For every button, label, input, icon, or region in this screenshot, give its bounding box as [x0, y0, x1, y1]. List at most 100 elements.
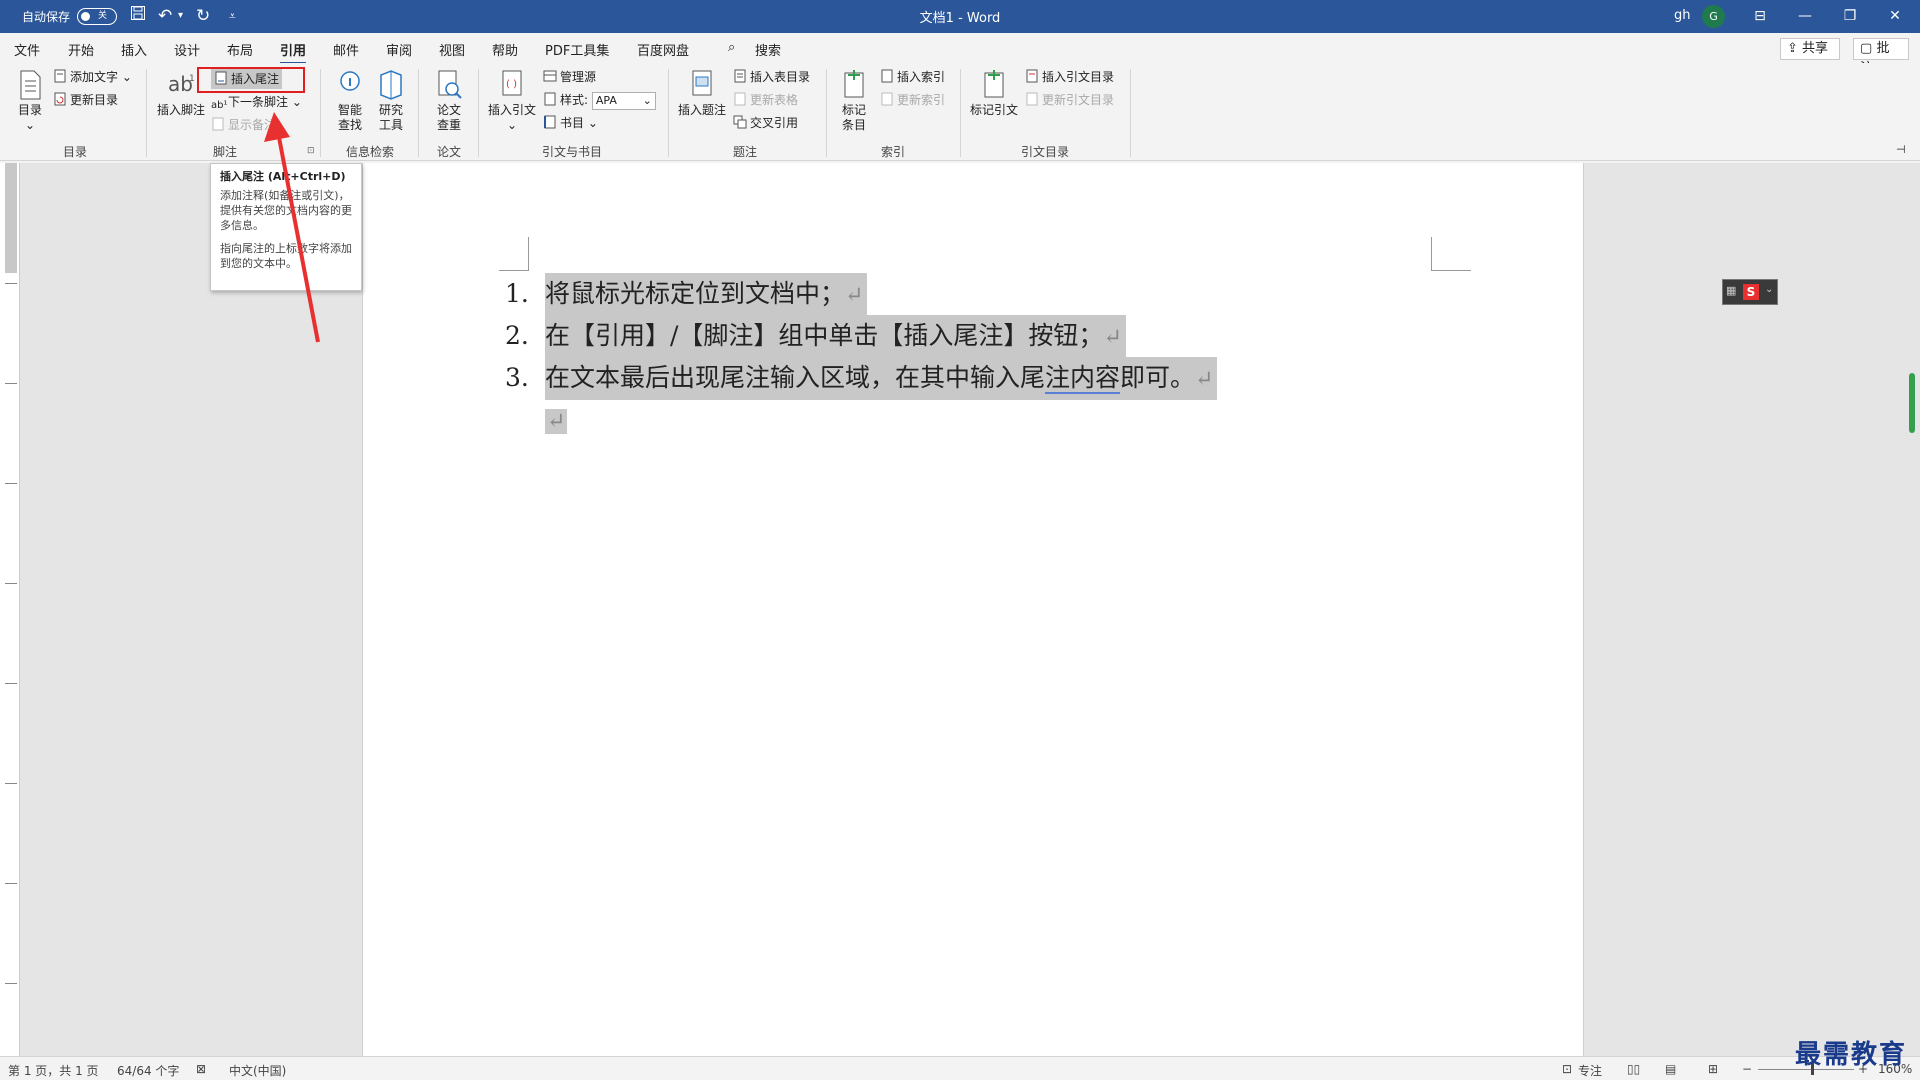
language[interactable]: 中文(中国) [229, 1062, 286, 1079]
tab-view[interactable]: 视图 [439, 40, 465, 59]
tooltip-description-2: 指向尾注的上标数字将添加到您的文本中。 [220, 242, 352, 270]
tab-help[interactable]: 帮助 [492, 40, 518, 59]
insert-footnote-label: 插入脚注 [156, 103, 205, 117]
update-toa-button[interactable]: 更新引文目录 [1025, 90, 1114, 110]
zoom-out-icon[interactable]: − [1742, 1062, 1752, 1076]
add-text-button[interactable]: 添加文字 ⌄ [53, 67, 132, 87]
user-name[interactable]: gh [1674, 8, 1691, 23]
tab-insert[interactable]: 插入 [121, 40, 147, 59]
search-box[interactable]: 搜索 [755, 40, 781, 59]
chevron-down-icon[interactable]: ⌄ [1765, 284, 1773, 295]
group-separator [478, 69, 479, 157]
insert-index-icon [880, 69, 894, 83]
next-footnote-button[interactable]: ab¹下一条脚注 ⌄ [211, 92, 302, 112]
tab-pdf-tools[interactable]: PDF工具集 [545, 40, 609, 59]
empty-paragraph[interactable]: ↵ [545, 399, 568, 442]
keyboard-icon[interactable]: ▦ [1726, 284, 1736, 297]
comments-button[interactable]: ▢ 批注 [1853, 38, 1909, 76]
researcher-button[interactable]: 研究工具 [374, 69, 408, 133]
restore-icon[interactable]: ❐ [1830, 3, 1870, 29]
vertical-ruler [0, 163, 20, 1056]
insert-table-of-figures-button[interactable]: 插入表目录 [733, 67, 810, 87]
researcher-label: 研究工具 [378, 103, 403, 132]
update-toc-button[interactable]: 更新目录 [53, 90, 118, 110]
svg-text:1: 1 [189, 74, 195, 84]
insert-toa-button[interactable]: 插入引文目录 [1025, 67, 1114, 87]
group-label-toc: 目录 [62, 145, 87, 159]
bibliography-label: 书目 [560, 116, 585, 130]
group-separator [960, 69, 961, 157]
insert-table-of-figures-label: 插入表目录 [750, 70, 811, 84]
ime-toolbar[interactable]: ▦ S ⌄ [1722, 279, 1778, 305]
collapse-ribbon-icon[interactable]: ⊣ [1896, 143, 1906, 156]
show-notes-button[interactable]: 显示备注 [211, 115, 276, 135]
share-button[interactable]: ⇪ 共享 [1780, 38, 1840, 60]
ruler-tick [5, 383, 17, 384]
style-dropdown[interactable]: APA ⌄ [591, 91, 656, 110]
tab-layout[interactable]: 布局 [227, 40, 253, 59]
toc-button[interactable]: 目录 ⌄ [12, 69, 48, 133]
mark-entry-label: 标记条目 [841, 103, 866, 132]
manage-sources-button[interactable]: 管理源 [543, 67, 596, 87]
mark-citation-button[interactable]: 标记引文 [968, 69, 1020, 118]
proofing-icon[interactable]: ⊠ [196, 1062, 206, 1076]
focus-mode[interactable]: 专注 [1578, 1062, 1602, 1079]
ruler-tick [5, 483, 17, 484]
search-icon[interactable]: ⌕ [728, 40, 735, 55]
highlight-box [197, 67, 305, 93]
document-page[interactable]: 1. 将鼠标光标定位到文档中；↵ 2. 在【引用】/【脚注】组中单击【插入尾注】… [362, 163, 1584, 1056]
tab-file[interactable]: 文件 [14, 40, 40, 59]
tab-mailings[interactable]: 邮件 [333, 40, 359, 59]
pilcrow-mark: ↵ [1195, 367, 1214, 392]
add-text-label: 添加文字 [70, 70, 119, 84]
bibliography-button[interactable]: 书目 ⌄ [543, 113, 598, 133]
ruler-tick [5, 683, 17, 684]
insert-index-button[interactable]: 插入索引 [880, 67, 945, 87]
group-separator [826, 69, 827, 157]
sogou-icon[interactable]: S [1743, 284, 1759, 300]
tab-design[interactable]: 设计 [174, 40, 200, 59]
focus-icon[interactable]: ⊡ [1562, 1062, 1572, 1076]
list-text: 在【引用】/【脚注】组中单击【插入尾注】按钮；↵ [545, 315, 1126, 358]
share-icon: ⇪ [1787, 41, 1798, 56]
ribbon-display-options-icon[interactable]: ⊟ [1740, 3, 1780, 29]
update-index-button[interactable]: 更新索引 [880, 90, 945, 110]
cross-reference-button[interactable]: 交叉引用 [733, 113, 798, 133]
tab-review[interactable]: 审阅 [386, 40, 412, 59]
update-table-button[interactable]: 更新表格 [733, 90, 798, 110]
smart-lookup-button[interactable]: 智能查找 [333, 69, 367, 133]
researcher-icon [380, 70, 402, 100]
mark-entry-button[interactable]: 标记条目 [834, 69, 874, 133]
minimize-icon[interactable]: — [1785, 3, 1825, 29]
margin-corner-mark [499, 237, 529, 271]
page-count[interactable]: 第 1 页，共 1 页 [8, 1062, 99, 1079]
web-layout-icon[interactable]: ⊞ [1708, 1062, 1718, 1076]
avatar[interactable]: G [1702, 5, 1725, 28]
next-footnote-icon: ab¹ [211, 100, 228, 111]
group-label-index: 索引 [880, 145, 905, 159]
print-layout-icon[interactable]: ▤ [1665, 1062, 1676, 1076]
style-value: APA [595, 93, 617, 107]
tab-home[interactable]: 开始 [68, 40, 94, 59]
footnote-dialog-launcher-icon[interactable]: ⊡ [307, 146, 315, 156]
update-table-label: 更新表格 [750, 93, 799, 107]
ruler-tick [5, 283, 17, 284]
tab-references[interactable]: 引用 [280, 40, 307, 65]
insert-caption-button[interactable]: 插入题注 [676, 69, 728, 118]
word-count[interactable]: 64/64 个字 [117, 1062, 179, 1079]
paper-check-button[interactable]: 论文查重 [432, 69, 466, 133]
close-icon[interactable]: ✕ [1875, 3, 1915, 29]
style-icon [543, 92, 557, 106]
update-table-icon [733, 92, 747, 106]
group-label-footnotes: 脚注 [212, 145, 237, 159]
document-canvas[interactable]: 1. 将鼠标光标定位到文档中；↵ 2. 在【引用】/【脚注】组中单击【插入尾注】… [20, 163, 1920, 1056]
vertical-scrollbar[interactable] [1909, 373, 1915, 433]
insert-index-label: 插入索引 [897, 70, 946, 84]
insert-citation-button[interactable]: ( ) 插入引文 ⌄ [486, 69, 538, 133]
paper-check-icon [438, 70, 462, 99]
tab-baidu-netdisk[interactable]: 百度网盘 [637, 40, 689, 59]
toc-icon [20, 70, 41, 100]
read-mode-icon[interactable]: ▯▯ [1627, 1062, 1640, 1076]
style-selector[interactable]: 样式: APA ⌄ [543, 90, 656, 110]
margin-corner-mark [1431, 237, 1471, 271]
